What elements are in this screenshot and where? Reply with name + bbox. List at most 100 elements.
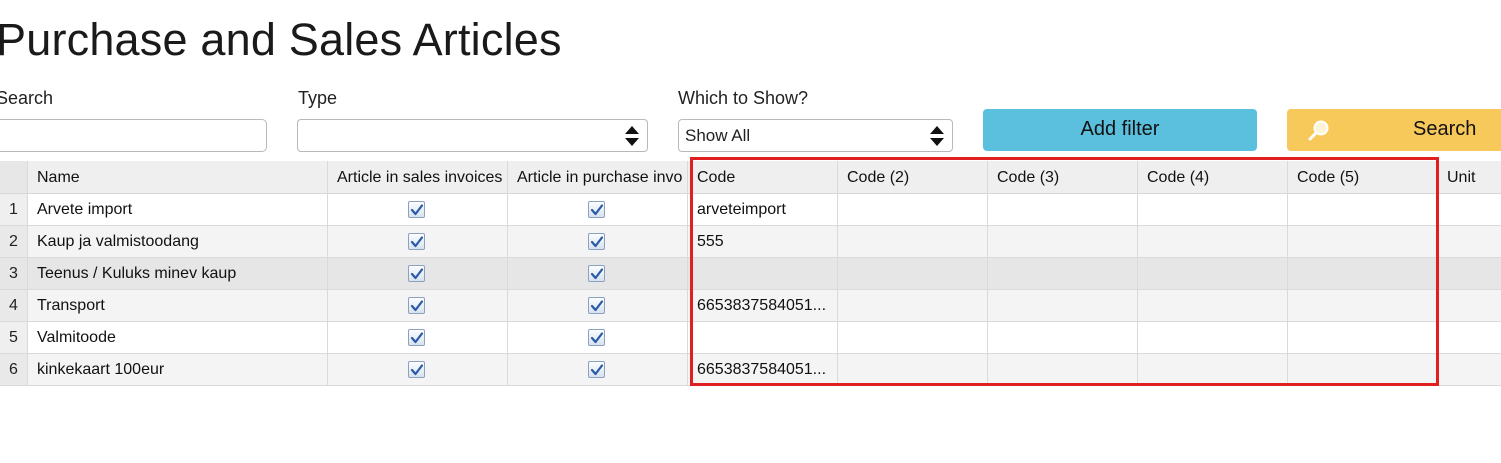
cell-sales-checkbox (328, 194, 508, 226)
cell-name[interactable]: Valmitoode (28, 322, 328, 354)
cell-code-3[interactable] (988, 194, 1138, 226)
cell-unit[interactable] (1438, 226, 1501, 258)
cell-code-4[interactable] (1138, 354, 1288, 386)
cell-code[interactable]: arveteimport (688, 194, 838, 226)
column-header-unit[interactable]: Unit (1438, 161, 1501, 194)
table-row[interactable]: 2 Kaup ja valmistoodang 555 (0, 226, 1501, 258)
column-header-code-5[interactable]: Code (5) (1288, 161, 1438, 194)
cell-code-3[interactable] (988, 354, 1138, 386)
cell-unit[interactable] (1438, 322, 1501, 354)
cell-code[interactable] (688, 322, 838, 354)
page-title: Purchase and Sales Articles (0, 14, 562, 65)
cell-code-3[interactable] (988, 226, 1138, 258)
cell-code-2[interactable] (838, 322, 988, 354)
cell-name[interactable]: Teenus / Kuluks minev kaup (28, 258, 328, 290)
cell-name[interactable]: Transport (28, 290, 328, 322)
sales-checkbox[interactable] (408, 361, 425, 378)
cell-code-4[interactable] (1138, 226, 1288, 258)
cell-code-5[interactable] (1288, 354, 1438, 386)
cell-unit[interactable] (1438, 354, 1501, 386)
cell-code-2[interactable] (838, 194, 988, 226)
cell-code-4[interactable] (1138, 322, 1288, 354)
sales-checkbox[interactable] (408, 233, 425, 250)
table-row[interactable]: 6 kinkekaart 100eur 6653837584051... (0, 354, 1501, 386)
cell-code-5[interactable] (1288, 258, 1438, 290)
cell-code-3[interactable] (988, 290, 1138, 322)
purchase-checkbox[interactable] (588, 233, 605, 250)
search-button-label: Search (1413, 118, 1477, 140)
column-header-purchase[interactable]: Article in purchase invo (508, 161, 688, 194)
cell-unit[interactable] (1438, 194, 1501, 226)
add-filter-button[interactable]: Add filter (983, 109, 1257, 151)
checkmark-icon (410, 364, 424, 376)
cell-code-2[interactable] (838, 226, 988, 258)
row-number: 2 (0, 226, 28, 258)
cell-code-4[interactable] (1138, 290, 1288, 322)
column-header-name[interactable]: Name (28, 161, 328, 194)
row-number: 3 (0, 258, 28, 290)
search-button[interactable]: Search (1287, 109, 1501, 151)
cell-sales-checkbox (328, 258, 508, 290)
row-number: 6 (0, 354, 28, 386)
purchase-checkbox[interactable] (588, 297, 605, 314)
table-row[interactable]: 4 Transport 6653837584051... (0, 290, 1501, 322)
sales-checkbox[interactable] (408, 297, 425, 314)
cell-code[interactable]: 6653837584051... (688, 354, 838, 386)
cell-code-5[interactable] (1288, 290, 1438, 322)
checkmark-icon (410, 204, 424, 216)
table-row[interactable]: 3 Teenus / Kuluks minev kaup (0, 258, 1501, 290)
checkmark-icon (410, 236, 424, 248)
cell-code[interactable]: 6653837584051... (688, 290, 838, 322)
cell-sales-checkbox (328, 226, 508, 258)
cell-unit[interactable] (1438, 258, 1501, 290)
column-header-sales[interactable]: Article in sales invoices (328, 161, 508, 194)
table-row[interactable]: 5 Valmitoode (0, 322, 1501, 354)
cell-code-3[interactable] (988, 258, 1138, 290)
checkmark-icon (590, 364, 604, 376)
cell-code-4[interactable] (1138, 258, 1288, 290)
search-input[interactable] (0, 119, 267, 152)
which-to-show-select[interactable]: Show All (678, 119, 953, 152)
row-number: 5 (0, 322, 28, 354)
purchase-checkbox[interactable] (588, 201, 605, 218)
column-header-code-4[interactable]: Code (4) (1138, 161, 1288, 194)
checkmark-icon (590, 268, 604, 280)
sales-checkbox[interactable] (408, 329, 425, 346)
cell-unit[interactable] (1438, 290, 1501, 322)
cell-code-2[interactable] (838, 354, 988, 386)
checkmark-icon (410, 300, 424, 312)
type-select[interactable] (297, 119, 648, 152)
cell-code-5[interactable] (1288, 322, 1438, 354)
table-row[interactable]: 1 Arvete import arveteimport (0, 194, 1501, 226)
sales-checkbox[interactable] (408, 265, 425, 282)
column-header-code[interactable]: Code (688, 161, 838, 194)
magnifier-icon (1308, 120, 1329, 141)
column-header-code-2[interactable]: Code (2) (838, 161, 988, 194)
purchase-checkbox[interactable] (588, 361, 605, 378)
purchase-checkbox[interactable] (588, 265, 605, 282)
checkmark-icon (410, 268, 424, 280)
cell-code-2[interactable] (838, 290, 988, 322)
updown-arrows-icon (930, 126, 944, 146)
purchase-checkbox[interactable] (588, 329, 605, 346)
cell-purchase-checkbox (508, 354, 688, 386)
cell-code-3[interactable] (988, 322, 1138, 354)
row-number: 1 (0, 194, 28, 226)
cell-name[interactable]: kinkekaart 100eur (28, 354, 328, 386)
sales-checkbox[interactable] (408, 201, 425, 218)
cell-code-5[interactable] (1288, 194, 1438, 226)
table-header: Name Article in sales invoices Article i… (0, 161, 1501, 194)
cell-purchase-checkbox (508, 290, 688, 322)
cell-code[interactable] (688, 258, 838, 290)
cell-name[interactable]: Kaup ja valmistoodang (28, 226, 328, 258)
cell-code-5[interactable] (1288, 226, 1438, 258)
cell-name[interactable]: Arvete import (28, 194, 328, 226)
checkmark-icon (590, 332, 604, 344)
cell-code-2[interactable] (838, 258, 988, 290)
column-header-code-3[interactable]: Code (3) (988, 161, 1138, 194)
cell-code-4[interactable] (1138, 194, 1288, 226)
cell-code[interactable]: 555 (688, 226, 838, 258)
search-label: Search (0, 88, 54, 108)
cell-purchase-checkbox (508, 258, 688, 290)
checkmark-icon (590, 204, 604, 216)
